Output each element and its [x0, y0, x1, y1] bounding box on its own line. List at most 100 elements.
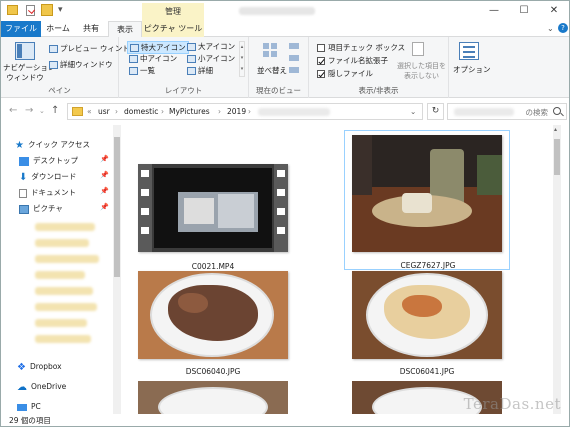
- nav-item-pictures[interactable]: ピクチャ: [19, 203, 63, 214]
- nav-item-pictures-label: ピクチャ: [33, 204, 63, 213]
- crumb-mypictures[interactable]: MyPictures: [169, 106, 210, 117]
- file-extensions-label: ファイル名拡張子: [328, 56, 388, 65]
- layout-small-label: 小アイコン: [198, 54, 236, 63]
- layout-list[interactable]: 一覧: [129, 65, 155, 76]
- dropbox-icon: ❖: [17, 361, 26, 373]
- nav-item-documents[interactable]: ドキュメント: [19, 187, 76, 198]
- sort-by-button[interactable]: 並べ替え: [257, 65, 287, 76]
- refresh-button[interactable]: ↻: [427, 103, 444, 120]
- help-icon[interactable]: ?: [558, 23, 568, 33]
- new-folder-icon[interactable]: [41, 4, 53, 16]
- up-icon[interactable]: ↑: [51, 105, 59, 116]
- crumb-usr[interactable]: usr: [98, 106, 110, 117]
- video-thumbnail: [138, 164, 288, 252]
- nav-onedrive-label: OneDrive: [31, 382, 67, 391]
- photo-thumbnail-partial[interactable]: [138, 381, 288, 414]
- nav-scrollbar-thumb[interactable]: [114, 137, 120, 277]
- nav-scrollbar[interactable]: [113, 125, 121, 414]
- blurred-folder: [35, 287, 93, 295]
- medium-icons-icon: [129, 55, 138, 63]
- hide-selected-icon: [412, 42, 424, 56]
- crumb-blurred: [258, 108, 330, 116]
- properties-icon[interactable]: [26, 5, 35, 16]
- layout-medium-icons[interactable]: 中アイコン: [129, 53, 177, 64]
- nav-dropbox-label: Dropbox: [29, 362, 62, 371]
- options-icon: [459, 42, 479, 60]
- photo-thumbnail: [138, 271, 288, 359]
- forward-icon[interactable]: →: [25, 105, 33, 116]
- layout-group-label: レイアウト: [164, 86, 203, 95]
- ribbon-collapse-icon[interactable]: ⌄: [547, 24, 554, 33]
- layout-group: 特大アイコン 大アイコン 中アイコン 小アイコン 一覧 詳細 ▴ ▾ ▾ レイアウト: [119, 37, 249, 98]
- layout-scroll-icon[interactable]: ▴ ▾ ▾: [239, 41, 245, 77]
- quick-access-dropdown-icon[interactable]: ▾: [58, 5, 68, 15]
- navigation-pane-button[interactable]: ナビゲーション ウィンドウ: [3, 63, 55, 83]
- small-icons-icon: [187, 55, 196, 63]
- hidden-items-toggle[interactable]: 隠しファイル: [317, 68, 373, 79]
- pin-icon: 📌: [100, 155, 109, 163]
- pin-icon: 📌: [100, 171, 109, 179]
- layout-details[interactable]: 詳細: [187, 65, 213, 76]
- scroll-up-icon[interactable]: ▴: [554, 126, 557, 133]
- back-icon[interactable]: ←: [9, 105, 17, 116]
- show-hide-group: 項目チェック ボックス ファイル名拡張子 隠しファイル 選択した項目を 表示しな…: [309, 37, 449, 98]
- details-pane-button[interactable]: 詳細ウィンドウ: [49, 59, 113, 70]
- recent-locations-icon[interactable]: ⌄: [39, 107, 45, 115]
- address-dropdown-icon[interactable]: ⌄: [410, 106, 416, 117]
- tab-file[interactable]: ファイル: [1, 21, 41, 37]
- overflow-chevron-icon[interactable]: «: [87, 106, 92, 117]
- layout-list-label: 一覧: [140, 66, 155, 75]
- add-columns-icon[interactable]: [289, 55, 299, 61]
- maximize-button[interactable]: ☐: [509, 1, 539, 21]
- file-tile[interactable]: DSC06040.JPG: [130, 271, 296, 391]
- navigation-pane-icon: [15, 42, 35, 60]
- file-name: C0021.MP4: [191, 262, 235, 271]
- nav-quick-access[interactable]: ★ クイック アクセス: [15, 139, 90, 150]
- file-extensions-toggle[interactable]: ファイル名拡張子: [317, 55, 388, 66]
- nav-pc[interactable]: PC: [17, 401, 41, 412]
- blurred-folder: [35, 255, 99, 263]
- layout-large-icons[interactable]: 大アイコン: [187, 41, 235, 52]
- tab-share[interactable]: 共有: [75, 21, 107, 37]
- minimize-button[interactable]: —: [479, 1, 509, 21]
- file-tile[interactable]: C0021.MP4: [130, 130, 296, 271]
- current-view-group-label: 現在のビュー: [256, 86, 301, 95]
- layout-small-icons[interactable]: 小アイコン: [187, 53, 235, 64]
- nav-quick-access-label: クイック アクセス: [27, 140, 90, 149]
- nav-dropbox[interactable]: ❖ Dropbox: [17, 361, 62, 372]
- window-title-blurred: [239, 7, 315, 15]
- tab-view[interactable]: 表示: [108, 21, 142, 38]
- group-by-icon[interactable]: [289, 43, 299, 49]
- address-path[interactable]: « usr › domestic › MyPictures › 2019 › ⌄: [67, 103, 423, 120]
- close-button[interactable]: ✕: [539, 1, 569, 21]
- file-view: C0021.MP4 CEGZ7627.JPG DSC06040.JPG DSC0…: [123, 125, 561, 414]
- file-tile[interactable]: DSC06041.JPG: [344, 271, 510, 391]
- hidden-items-checkbox[interactable]: [317, 70, 325, 78]
- hide-selected-button[interactable]: 選択した項目を 表示しない: [397, 61, 446, 81]
- pane-group: ナビゲーション ウィンドウ プレビュー ウィンドウ 詳細ウィンドウ ペイン: [1, 37, 137, 98]
- nav-item-desktop[interactable]: デスクトップ: [19, 155, 78, 166]
- options-button[interactable]: オプション: [453, 64, 491, 75]
- large-icons-icon: [187, 43, 196, 51]
- watermark: TeraDas.net: [463, 395, 561, 413]
- address-bar-row: ← → ⌄ ↑ « usr › domestic › MyPictures › …: [1, 99, 569, 125]
- crumb-domestic[interactable]: domestic: [124, 106, 158, 117]
- content-scrollbar-thumb[interactable]: [554, 139, 560, 175]
- search-input[interactable]: の検索: [447, 103, 567, 120]
- file-extensions-checkbox[interactable]: [317, 57, 325, 65]
- hidden-items-label: 隠しファイル: [328, 69, 373, 78]
- crumb-2019[interactable]: 2019: [227, 106, 246, 117]
- nav-item-downloads[interactable]: ⬇ ダウンロード: [19, 171, 76, 182]
- size-columns-icon[interactable]: [289, 67, 299, 73]
- file-name: CEGZ7627.JPG: [400, 261, 456, 270]
- tab-home[interactable]: ホーム: [41, 21, 75, 37]
- content-scrollbar[interactable]: ▴: [553, 125, 561, 414]
- nav-onedrive[interactable]: ☁ OneDrive: [17, 381, 66, 392]
- item-checkboxes-toggle[interactable]: 項目チェック ボックス: [317, 42, 405, 53]
- nav-pc-label: PC: [31, 402, 41, 411]
- file-name: DSC06041.JPG: [399, 367, 455, 376]
- file-tile-selected[interactable]: CEGZ7627.JPG: [344, 130, 510, 270]
- item-checkboxes-label: 項目チェック ボックス: [328, 43, 406, 52]
- tab-picture-tools[interactable]: ピクチャ ツール: [142, 21, 204, 37]
- item-checkboxes-checkbox[interactable]: [317, 44, 325, 52]
